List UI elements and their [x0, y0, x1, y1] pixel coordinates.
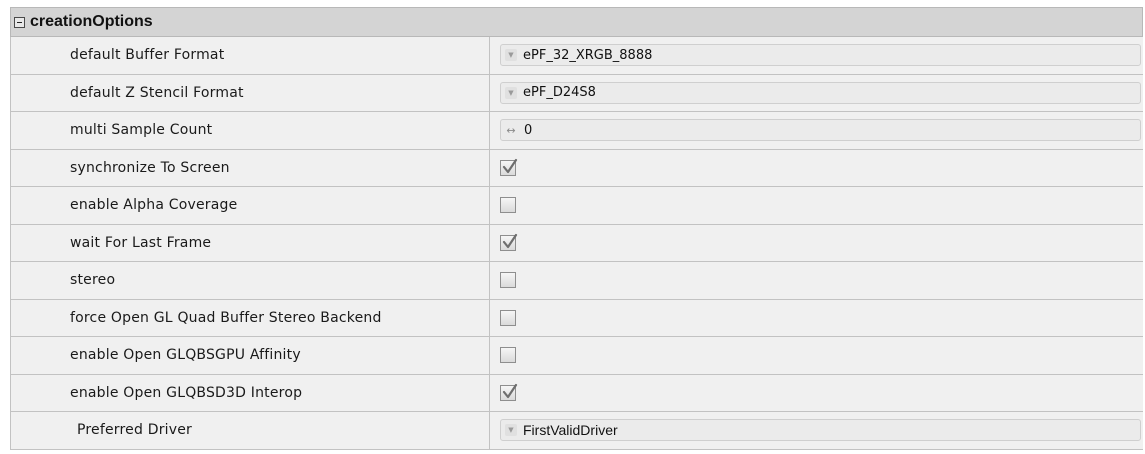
property-value: [490, 224, 1143, 261]
property-rows: default Buffer Format ▼ ePF_32_XRGB_8888…: [10, 37, 1143, 450]
section-title: creationOptions: [30, 13, 153, 30]
property-row-enable-alpha-coverage: enable Alpha Coverage: [10, 187, 1143, 225]
collapse-icon[interactable]: [14, 16, 25, 28]
property-value: [490, 337, 1143, 374]
property-label: enable Open GLQBSGPU Affinity: [70, 347, 301, 364]
property-row-default-z-stencil-format: default Z Stencil Format ▼ ePF_D24S8: [10, 74, 1143, 112]
preferred-driver-dropdown[interactable]: ▼ FirstValidDriver: [500, 419, 1141, 441]
dropdown-value: FirstValidDriver: [523, 422, 618, 438]
enable-open-glqbsd3d-interop-checkbox[interactable]: [500, 383, 518, 401]
property-value: ▼ ePF_32_XRGB_8888: [490, 37, 1143, 74]
property-value: [490, 262, 1143, 299]
dropdown-value: ePF_D24S8: [523, 85, 596, 100]
enable-alpha-coverage-checkbox[interactable]: [500, 197, 516, 213]
synchronize-to-screen-checkbox[interactable]: [500, 158, 518, 176]
property-row-default-buffer-format: default Buffer Format ▼ ePF_32_XRGB_8888: [10, 37, 1143, 75]
property-label: stereo: [70, 272, 116, 289]
stereo-checkbox[interactable]: [500, 272, 516, 288]
dropdown-arrow-icon[interactable]: ▼: [505, 424, 517, 436]
property-row-preferred-driver: Preferred Driver ▼ FirstValidDriver: [10, 412, 1143, 450]
property-value: [490, 149, 1143, 186]
checkmark-icon: [502, 233, 518, 248]
property-row-enable-open-glqbsd3d-interop: enable Open GLQBSD3D Interop: [10, 374, 1143, 412]
force-open-gl-quad-buffer-stereo-backend-checkbox[interactable]: [500, 309, 516, 326]
property-row-wait-for-last-frame: wait For Last Frame: [10, 224, 1143, 262]
property-value: ▼ FirstValidDriver: [490, 412, 1143, 449]
property-panel: creationOptions default Buffer Format ▼ …: [0, 0, 1145, 454]
property-row-stereo: stereo: [10, 262, 1143, 300]
property-label: force Open GL Quad Buffer Stereo Backend: [70, 309, 382, 326]
property-label: default Z Stencil Format: [70, 84, 244, 101]
property-label: default Buffer Format: [70, 47, 225, 64]
dropdown-arrow-icon[interactable]: ▼: [505, 49, 517, 61]
property-label: Preferred Driver: [77, 422, 192, 439]
property-label: multi Sample Count: [70, 122, 213, 139]
default-buffer-format-dropdown[interactable]: ▼ ePF_32_XRGB_8888: [500, 44, 1141, 66]
multi-sample-count-spinner[interactable]: ↔ 0: [500, 119, 1141, 141]
property-label: enable Alpha Coverage: [70, 197, 238, 214]
property-value: [490, 374, 1143, 411]
property-label: synchronize To Screen: [70, 159, 230, 176]
property-row-enable-open-glqbsgpu-affinity: enable Open GLQBSGPU Affinity: [10, 337, 1143, 375]
dropdown-arrow-icon[interactable]: ▼: [505, 86, 517, 99]
section-header[interactable]: creationOptions: [10, 7, 1143, 37]
dropdown-value: ePF_32_XRGB_8888: [523, 47, 653, 63]
spinner-value: 0: [524, 122, 533, 138]
property-value: [490, 299, 1143, 336]
checkmark-icon: [502, 383, 518, 398]
enable-open-glqbsgpu-affinity-checkbox[interactable]: [500, 347, 516, 363]
property-label: enable Open GLQBSD3D Interop: [70, 384, 303, 401]
property-row-synchronize-to-screen: synchronize To Screen: [10, 149, 1143, 187]
property-value: ↔ 0: [490, 112, 1143, 149]
property-row-multi-sample-count: multi Sample Count ↔ 0: [10, 112, 1143, 150]
property-value: ▼ ePF_D24S8: [490, 74, 1143, 111]
wait-for-last-frame-checkbox[interactable]: [500, 233, 518, 251]
checkmark-icon: [502, 158, 518, 173]
property-label: wait For Last Frame: [70, 234, 212, 251]
horizontal-resize-icon[interactable]: ↔: [504, 124, 518, 137]
property-value: [490, 187, 1143, 224]
property-row-force-open-gl-quad-buffer-stereo-backend: force Open GL Quad Buffer Stereo Backend: [10, 299, 1143, 337]
default-z-stencil-format-dropdown[interactable]: ▼ ePF_D24S8: [500, 81, 1141, 104]
